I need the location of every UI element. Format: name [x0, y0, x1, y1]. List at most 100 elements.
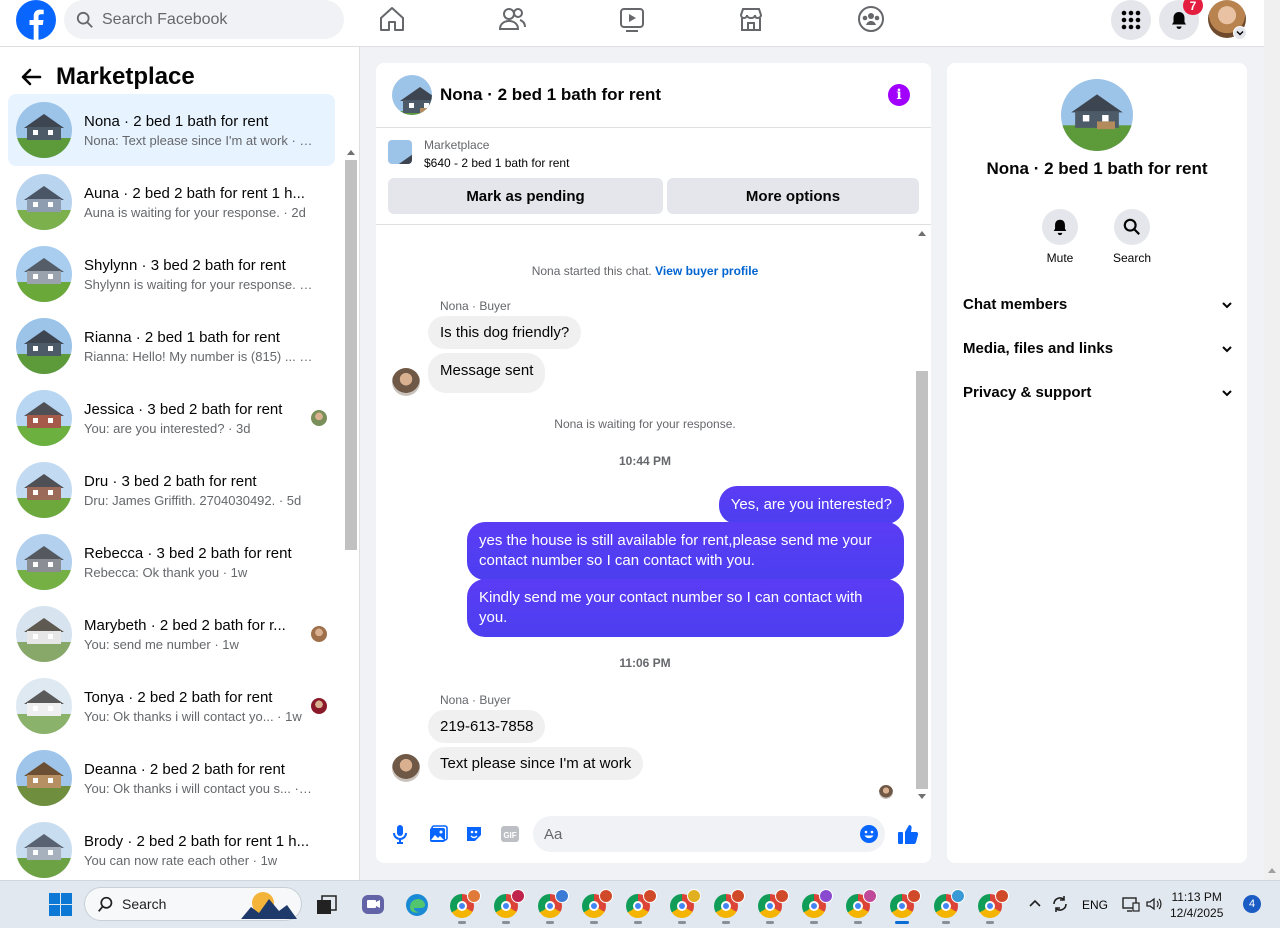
conversation-item[interactable]: Jessica · 3 bed 2 bath for rent You: are …	[8, 382, 335, 454]
home-icon[interactable]	[377, 4, 407, 34]
chat-title: Nona · 2 bed 1 bath for rent	[440, 85, 662, 104]
conversation-item[interactable]: Deanna · 2 bed 2 bath for rent You: Ok th…	[8, 742, 335, 814]
conversation-preview: You can now rate each other · 1w	[84, 852, 278, 868]
chevron-down-icon	[1222, 345, 1232, 352]
teams-chat-icon[interactable]	[361, 893, 385, 917]
sticker-icon[interactable]	[464, 824, 484, 844]
listing-thumbnail[interactable]	[388, 140, 412, 164]
conversation-title: Rebecca · 3 bed 2 bath for rent	[84, 544, 292, 562]
conversation-item[interactable]: Dru · 3 bed 2 bath for rent Dru: James Gr…	[8, 454, 335, 526]
like-thumbs-up-icon[interactable]	[897, 823, 919, 845]
chrome-profile-icon[interactable]	[582, 889, 613, 918]
account-chevron-icon[interactable]	[1233, 26, 1247, 40]
taskbar-search[interactable]: Search	[84, 887, 302, 921]
language-indicator[interactable]: ENG	[1082, 898, 1108, 912]
conversation-preview: Shylynn is waiting for your response. · …	[84, 276, 314, 292]
gif-icon[interactable]: GIF	[500, 825, 520, 843]
conversation-item[interactable]: Tonya · 2 bed 2 bath for rent You: Ok tha…	[8, 670, 335, 742]
chrome-profile-icon[interactable]	[714, 889, 745, 918]
chrome-profile-icon[interactable]	[934, 889, 965, 918]
chat-scrollbar[interactable]	[914, 226, 930, 804]
chrome-profile-icon[interactable]	[846, 889, 877, 918]
windows-start-icon[interactable]	[49, 893, 72, 916]
message-input[interactable]: Aa	[533, 816, 885, 852]
conversation-title: Nona · 2 bed 1 bath for rent	[84, 112, 269, 130]
groups-icon[interactable]	[856, 4, 886, 34]
conversation-item[interactable]: Nona · 2 bed 1 bath for rent Nona: Text p…	[8, 94, 335, 166]
listing-avatar	[16, 678, 72, 734]
chrome-profile-icon[interactable]	[758, 889, 789, 918]
search-icon	[1123, 218, 1140, 235]
chat-members-section[interactable]: Chat members	[963, 296, 1233, 313]
task-view-icon[interactable]	[316, 894, 338, 916]
profile-badge-icon	[467, 889, 481, 903]
listing-price[interactable]: $640 - 2 bed 1 bath for rent	[424, 156, 569, 170]
mark-as-pending-button[interactable]: Mark as pending	[388, 178, 663, 214]
conversation-item[interactable]: Marybeth · 2 bed 2 bath for r... You: sen…	[8, 598, 335, 670]
chrome-profile-icon[interactable]	[670, 889, 701, 918]
running-indicator	[546, 921, 554, 924]
incoming-message[interactable]: 219-613-7858	[428, 710, 546, 743]
facebook-logo-icon[interactable]	[16, 0, 56, 40]
conversation-list: Nona · 2 bed 1 bath for rent Nona: Text p…	[8, 94, 335, 886]
outgoing-message[interactable]: Kindly send me your contact number so I …	[467, 579, 904, 637]
buyer-avatar[interactable]	[392, 368, 420, 396]
chrome-profile-icon[interactable]	[802, 889, 833, 918]
system-clock[interactable]: 11:13 PM 12/4/2025	[1170, 889, 1223, 921]
conversation-item[interactable]: Brody · 2 bed 2 bath for rent 1 h... You …	[8, 814, 335, 886]
notification-center-badge[interactable]: 4	[1243, 895, 1261, 913]
buyer-avatar[interactable]	[392, 754, 420, 782]
conversation-list-scrollbar[interactable]	[344, 145, 358, 924]
menu-grid-icon[interactable]	[1111, 0, 1151, 40]
running-indicator	[986, 921, 994, 924]
taskbar-search-label: Search	[122, 896, 167, 912]
photo-icon[interactable]	[428, 824, 448, 844]
chat-info-icon[interactable]: i	[888, 84, 910, 106]
chrome-profile-icon[interactable]	[978, 889, 1009, 918]
conversation-item[interactable]: Shylynn · 3 bed 2 bath for rent Shylynn i…	[8, 238, 335, 310]
outgoing-message[interactable]: Yes, are you interested?	[718, 486, 904, 524]
listing-avatar	[16, 246, 72, 302]
incoming-message[interactable]: Message sent	[428, 353, 546, 393]
marketplace-icon[interactable]	[736, 4, 766, 34]
windows-taskbar: Search ENG 11:13 PM 12/4/2025 4	[0, 880, 1280, 928]
page-scrollbar[interactable]	[1264, 0, 1280, 880]
chat-listing-avatar[interactable]	[392, 75, 432, 115]
conversation-item[interactable]: Rebecca · 3 bed 2 bath for rent Rebecca: …	[8, 526, 335, 598]
video-icon[interactable]	[617, 4, 647, 34]
more-options-button[interactable]: More options	[667, 178, 919, 214]
friends-icon[interactable]	[497, 4, 527, 34]
back-arrow-icon[interactable]	[20, 66, 42, 88]
incoming-message[interactable]: Text please since I'm at work	[428, 747, 644, 780]
chrome-profile-icon[interactable]	[450, 889, 481, 918]
view-buyer-profile-link[interactable]: View buyer profile	[655, 264, 758, 278]
chrome-profile-icon[interactable]	[538, 889, 569, 918]
conversation-preview: You: Ok thanks i will contact you s... ·…	[84, 780, 314, 796]
running-indicator	[590, 921, 598, 924]
message-thread: Nona started this chat. View buyer profi…	[376, 226, 931, 804]
conversation-item[interactable]: Rianna · 2 bed 1 bath for rent Rianna: He…	[8, 310, 335, 382]
sync-icon[interactable]	[1050, 894, 1070, 914]
conversation-title: Auna · 2 bed 2 bath for rent 1 h...	[84, 184, 305, 202]
chrome-profile-icon[interactable]	[890, 889, 921, 918]
microphone-icon[interactable]	[392, 824, 408, 844]
search-facebook-input[interactable]: Search Facebook	[64, 0, 344, 39]
incoming-message[interactable]: Is this dog friendly?	[428, 316, 582, 349]
chrome-profile-icon[interactable]	[494, 889, 525, 918]
media-files-links-section[interactable]: Media, files and links	[963, 340, 1233, 357]
emoji-icon[interactable]	[859, 824, 879, 844]
mute-label: Mute	[1046, 251, 1074, 265]
edge-browser-icon[interactable]	[405, 893, 429, 917]
show-hidden-icons-icon[interactable]	[1028, 896, 1042, 910]
privacy-support-section[interactable]: Privacy & support	[963, 384, 1233, 401]
conversation-preview: You: send me number · 1w	[84, 636, 239, 652]
search-conversation-button[interactable]: Search	[1102, 209, 1162, 265]
mute-button[interactable]: Mute	[1030, 209, 1090, 265]
volume-icon[interactable]	[1145, 895, 1163, 913]
chrome-profile-icon[interactable]	[626, 889, 657, 918]
network-icon[interactable]	[1122, 895, 1140, 913]
conversation-item[interactable]: Auna · 2 bed 2 bath for rent 1 h... Auna …	[8, 166, 335, 238]
listing-avatar-large[interactable]	[1061, 79, 1133, 151]
listing-avatar	[16, 462, 72, 518]
outgoing-message[interactable]: yes the house is still available for ren…	[467, 522, 904, 580]
